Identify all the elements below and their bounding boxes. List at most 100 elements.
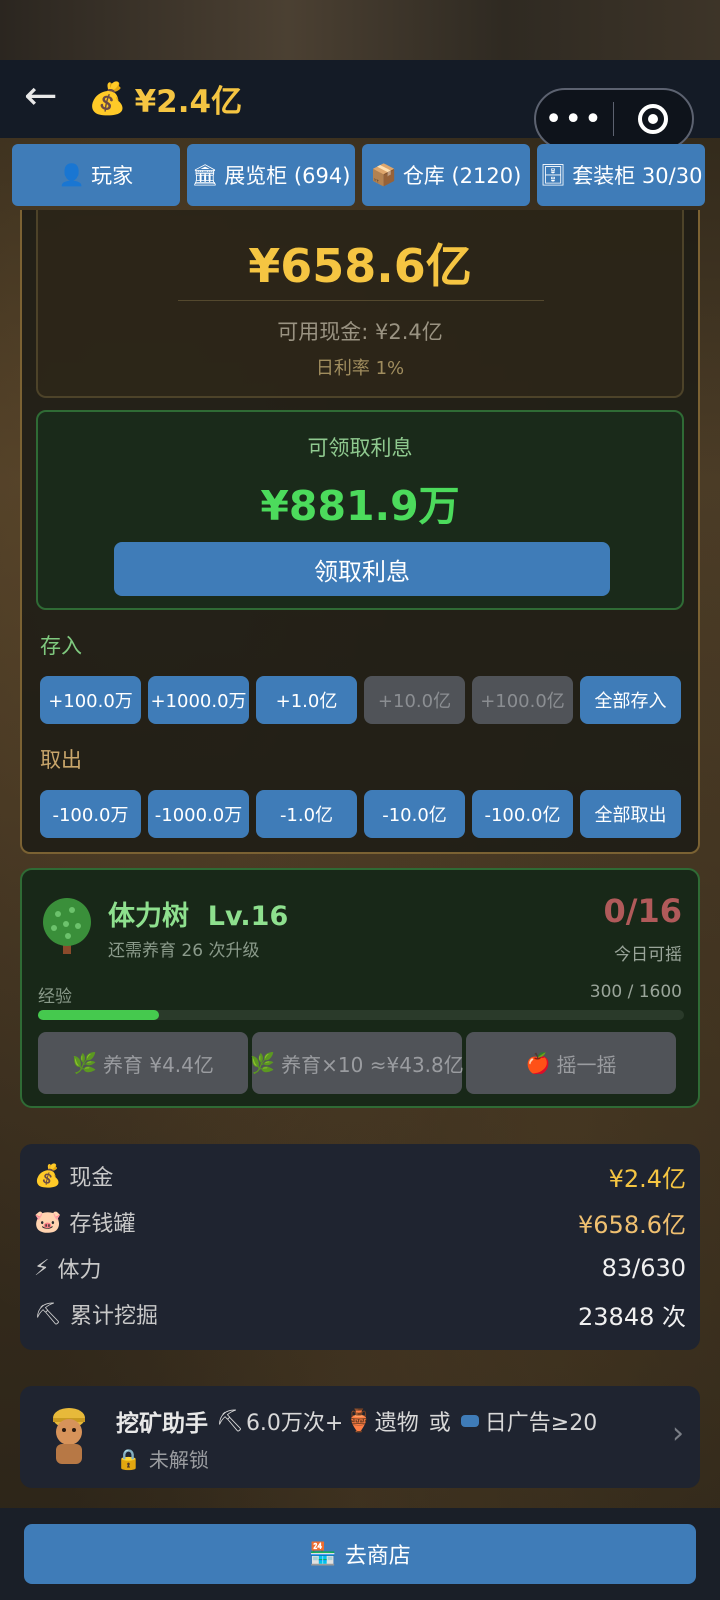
miner-avatar-icon bbox=[53, 1408, 85, 1464]
chevron-right-icon: › bbox=[672, 1416, 684, 1451]
tree-title: 体力树 Lv.16 bbox=[108, 901, 289, 932]
exp-progress-fill bbox=[38, 1010, 160, 1020]
lightning-icon: ⚡ bbox=[34, 1255, 50, 1281]
helper-req-or: 或 bbox=[428, 1411, 451, 1436]
stat-value: 23848 次 bbox=[578, 1302, 686, 1331]
shake-label: 今日可摇 bbox=[614, 945, 682, 965]
box-icon: 📦 bbox=[370, 162, 397, 187]
apple-icon: 🍎 bbox=[525, 1051, 551, 1075]
withdraw-button[interactable]: -1.0亿 bbox=[256, 790, 357, 838]
claim-interest-button[interactable]: 领取利息 bbox=[114, 542, 610, 596]
miniprogram-capsule: ••• bbox=[534, 88, 694, 150]
deposit-button[interactable]: +1000.0万 bbox=[148, 676, 249, 724]
footer-bar: 🏪 去商店 bbox=[0, 1508, 720, 1600]
deposit-button[interactable]: +100.0亿 bbox=[472, 676, 573, 724]
stat-label: 存钱罐 bbox=[69, 1212, 136, 1237]
helper-req-ads: 日广告≥20 bbox=[484, 1411, 598, 1436]
helper-status-label: 未解锁 bbox=[148, 1448, 209, 1472]
sprout-icon: 🌿 bbox=[250, 1051, 276, 1075]
helper-name: 挖矿助手 bbox=[116, 1411, 208, 1437]
exp-value: 300 / 1600 bbox=[589, 982, 682, 1002]
shake-count: 0/16 bbox=[603, 892, 682, 930]
sprout-icon: 🌿 bbox=[72, 1051, 97, 1075]
stat-total-digs: ⛏ 累计挖掘 23848 次 bbox=[34, 1294, 686, 1334]
stat-value: 83/630 bbox=[601, 1254, 686, 1282]
nurture-ten-button[interactable]: 🌿 养育×10 ≈¥43.8亿 bbox=[250, 1032, 464, 1094]
withdraw-button[interactable]: -100.0万 bbox=[40, 790, 141, 838]
stat-stamina: ⚡ 体力 83/630 bbox=[34, 1248, 686, 1288]
interest-card: 可领取利息 ¥881.9万 领取利息 bbox=[36, 410, 684, 610]
interest-value: ¥881.9万 bbox=[260, 482, 460, 530]
deposit-label: 存入 bbox=[40, 634, 82, 658]
withdraw-button[interactable]: -100.0亿 bbox=[472, 790, 573, 838]
tree-icon bbox=[43, 898, 91, 954]
money-bag-icon: 💰 bbox=[88, 80, 127, 117]
available-cash: 可用现金: ¥2.4亿 bbox=[277, 320, 443, 344]
helper-title: 挖矿助手 ⛏ 6.0万次+ 🏺 遗物 或 日广告≥20 bbox=[116, 1404, 597, 1438]
helper-status: 🔒 未解锁 bbox=[116, 1444, 209, 1473]
bank-balance: ¥658.6亿 bbox=[248, 239, 472, 293]
shake-button-label: 摇一摇 bbox=[556, 1052, 617, 1077]
helper-req-digs: 6.0万次+ bbox=[245, 1411, 344, 1436]
go-shop-button[interactable]: 🏪 去商店 bbox=[24, 1524, 696, 1584]
user-icon: 👤 bbox=[58, 162, 86, 187]
tab-label: 玩家 bbox=[91, 164, 134, 188]
close-button[interactable] bbox=[614, 104, 692, 134]
shop-icon: 🏪 bbox=[309, 1541, 337, 1567]
deposit-button[interactable]: +10.0亿 bbox=[364, 676, 465, 724]
more-menu-button[interactable]: ••• bbox=[536, 102, 613, 137]
deposit-button[interactable]: +100.0万 bbox=[40, 676, 141, 724]
shop-label: 去商店 bbox=[344, 1544, 411, 1569]
pickaxe-icon: ⛏ bbox=[34, 1301, 62, 1327]
interest-label: 可领取利息 bbox=[307, 436, 413, 460]
stamina-tree-card: 体力树 Lv.16 还需养育 26 次升级 0/16 今日可摇 经验 300 /… bbox=[20, 868, 700, 1108]
balance-card: ¥658.6亿 可用现金: ¥2.4亿 日利率 1% bbox=[36, 210, 684, 398]
tab-showcase[interactable]: 🏛 展览柜 (694) bbox=[187, 144, 355, 206]
withdraw-button[interactable]: -1000.0万 bbox=[148, 790, 249, 838]
tab-bar: 👤 玩家 🏛 展览柜 (694) 📦 仓库 (2120) 🗄 套装柜 30/30 bbox=[12, 144, 720, 208]
arrow-left-icon[interactable]: ← bbox=[24, 76, 72, 118]
lock-icon: 🔒 bbox=[116, 1446, 141, 1471]
withdraw-button[interactable]: -10.0亿 bbox=[364, 790, 465, 838]
pig-icon: 🐷 bbox=[34, 1209, 62, 1235]
nurture-button[interactable]: 🌿 养育 ¥4.4亿 bbox=[38, 1032, 248, 1094]
stat-piggy-bank: 🐷 存钱罐 ¥658.6亿 bbox=[34, 1202, 686, 1242]
withdraw-all-button[interactable]: 全部取出 bbox=[580, 790, 681, 838]
stat-value: ¥658.6亿 bbox=[578, 1210, 686, 1239]
balance-divider bbox=[178, 300, 544, 301]
deposit-all-button[interactable]: 全部存入 bbox=[580, 676, 681, 724]
exp-progress-bar bbox=[38, 1010, 684, 1020]
stat-label: 累计挖掘 bbox=[69, 1304, 158, 1329]
player-stats: 💰 现金 ¥2.4亿 🐷 存钱罐 ¥658.6亿 ⚡ 体力 83/630 ⛏ 累计挖掘 … bbox=[20, 1144, 700, 1350]
pickaxe-icon: ⛏ bbox=[216, 1408, 244, 1434]
target-circle-icon bbox=[637, 104, 668, 134]
tree-subtitle: 还需养育 26 次升级 bbox=[108, 941, 260, 961]
deposit-button[interactable]: +1.0亿 bbox=[256, 676, 357, 724]
stat-cash: 💰 现金 ¥2.4亿 bbox=[34, 1156, 686, 1196]
stat-label: 体力 bbox=[57, 1258, 102, 1283]
exp-label: 经验 bbox=[38, 987, 72, 1007]
stat-label: 现金 bbox=[69, 1166, 114, 1191]
tab-label: 仓库 (2120) bbox=[402, 164, 522, 188]
header-cash-value: ¥2.4亿 bbox=[134, 83, 243, 120]
tab-player[interactable]: 👤 玩家 bbox=[12, 144, 180, 206]
cabinet-icon: 🗄 bbox=[539, 162, 567, 187]
header-cash: 💰 ¥2.4亿 bbox=[88, 78, 243, 120]
mining-helper-card[interactable]: 挖矿助手 ⛏ 6.0万次+ 🏺 遗物 或 日广告≥20 🔒 未解锁 › bbox=[20, 1386, 700, 1488]
tab-set-cabinet[interactable]: 🗄 套装柜 30/30 bbox=[537, 144, 705, 206]
background-strip bbox=[0, 0, 720, 60]
tab-warehouse[interactable]: 📦 仓库 (2120) bbox=[362, 144, 530, 206]
tv-icon bbox=[460, 1415, 479, 1427]
stat-value: ¥2.4亿 bbox=[608, 1164, 686, 1193]
daily-rate: 日利率 1% bbox=[315, 358, 405, 379]
nurture-ten-label: 养育×10 ≈¥43.8亿 bbox=[281, 1052, 464, 1077]
tab-label: 套装柜 30/30 bbox=[572, 164, 703, 188]
nurture-label: 养育 ¥4.4亿 bbox=[103, 1052, 214, 1077]
money-bag-icon: 💰 bbox=[34, 1163, 62, 1189]
helper-req-relic: 遗物 bbox=[374, 1411, 419, 1436]
tab-label: 展览柜 (694) bbox=[224, 164, 351, 188]
museum-icon: 🏛 bbox=[191, 162, 219, 187]
shake-button[interactable]: 🍎 摇一摇 bbox=[466, 1032, 676, 1094]
relic-icon: 🏺 bbox=[345, 1408, 373, 1434]
withdraw-label: 取出 bbox=[40, 748, 82, 772]
